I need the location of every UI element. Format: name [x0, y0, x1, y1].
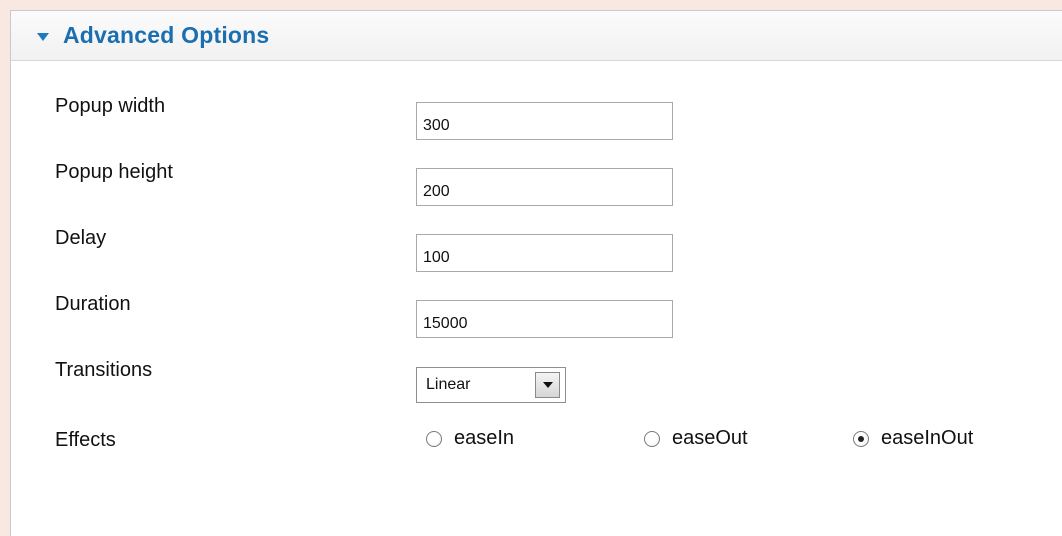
effects-label: Effects [55, 429, 116, 451]
effect-easeout-label: easeOut [672, 427, 748, 449]
advanced-options-header[interactable]: Advanced Options [11, 11, 1062, 61]
effect-option-easeinout[interactable]: easeInOut [853, 427, 973, 450]
effect-easeinout-label: easeInOut [881, 427, 974, 449]
popup-width-row: Popup width 300 [11, 83, 1062, 140]
duration-label: Duration [55, 293, 131, 315]
effect-easeout-radio[interactable] [644, 430, 660, 447]
delay-input[interactable]: 100 [416, 234, 673, 272]
collapse-toggle-icon[interactable] [37, 32, 49, 41]
effect-easein-radio[interactable] [426, 430, 442, 447]
popup-height-row: Popup height 200 [11, 149, 1062, 206]
transitions-select[interactable]: Linear [416, 367, 566, 403]
transitions-label: Transitions [55, 359, 153, 381]
popup-width-label: Popup width [55, 95, 166, 117]
panel-title: Advanced Options [63, 22, 270, 48]
effects-row: Effects easeIn easeOut easeInOut [11, 413, 1062, 453]
effect-option-easeout[interactable]: easeOut [644, 427, 748, 450]
delay-label: Delay [55, 227, 107, 249]
transitions-selected-value: Linear [426, 376, 471, 393]
effect-easein-label: easeIn [454, 427, 515, 449]
effect-option-easein[interactable]: easeIn [426, 427, 514, 450]
popup-width-input[interactable]: 300 [416, 102, 673, 140]
advanced-options-panel: Advanced Options Popup width 300 Popup h… [10, 10, 1062, 536]
effect-easeinout-radio[interactable] [853, 430, 869, 447]
chevron-down-icon [542, 382, 553, 388]
popup-height-label: Popup height [55, 161, 173, 183]
duration-row: Duration 15000 [11, 281, 1062, 338]
delay-row: Delay 100 [11, 215, 1062, 272]
transitions-dropdown-button[interactable] [535, 372, 560, 398]
transitions-row: Transitions Linear [11, 347, 1062, 403]
duration-input[interactable]: 15000 [416, 300, 673, 338]
popup-height-input[interactable]: 200 [416, 168, 673, 206]
